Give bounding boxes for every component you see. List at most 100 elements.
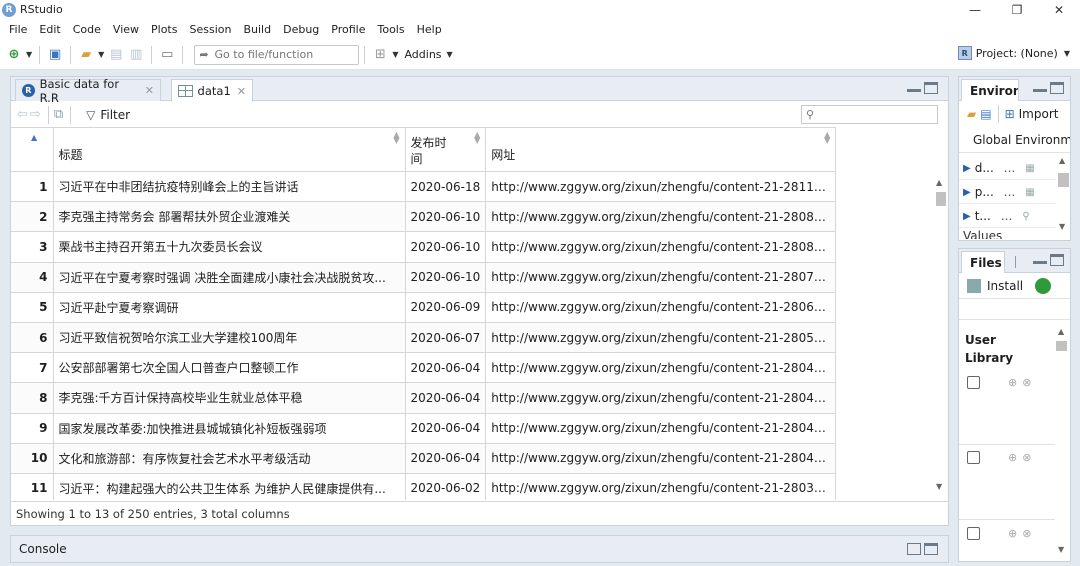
scroll-up-icon[interactable]: ▲ bbox=[1059, 156, 1065, 165]
cell-date[interactable]: 2020-06-07 bbox=[405, 322, 487, 354]
remove-package-icon[interactable]: ⊗ bbox=[1022, 451, 1031, 464]
environment-row[interactable]: ▶ p... ... ▦ bbox=[959, 181, 1055, 204]
install-button[interactable]: Install bbox=[987, 279, 1023, 293]
scroll-thumb[interactable] bbox=[1058, 173, 1069, 187]
save-workspace-icon[interactable]: ▤ bbox=[980, 107, 991, 121]
cell-title[interactable]: 习近平赴宁夏考察调研 bbox=[53, 292, 406, 323]
cell-date[interactable]: 2020-06-02 bbox=[405, 473, 487, 500]
table-row[interactable]: 4 习近平在宁夏考察时强调 决胜全面建成小康社会决战脱贫攻... 2020-06-1… bbox=[11, 262, 837, 293]
close-tab-icon[interactable]: ✕ bbox=[237, 85, 246, 98]
cell-title[interactable]: 习近平：构建起强大的公共卫生体系 为维护人民健康提供有... bbox=[53, 473, 406, 500]
pane-layout-dropdown-icon[interactable]: ▼ bbox=[392, 50, 398, 59]
open-file-icon[interactable]: ▰ bbox=[77, 46, 95, 64]
table-row[interactable]: 6 习近平致信祝贺哈尔滨工业大学建校100周年 2020-06-07 http://w… bbox=[11, 322, 837, 354]
cell-title[interactable]: 习近平致信祝贺哈尔滨工业大学建校100周年 bbox=[53, 322, 406, 354]
table-row[interactable]: 7 公安部部署第七次全国人口普查户口整顿工作 2020-06-04 http://ww… bbox=[11, 352, 837, 384]
goto-file-box[interactable]: ➦ bbox=[194, 44, 360, 65]
cell-url[interactable]: http://www.zggyw.org/zixun/zhengfu/conte… bbox=[485, 473, 837, 500]
package-website-icon[interactable]: ⊕ bbox=[1008, 376, 1017, 389]
inspect-search-icon[interactable]: ⚲ bbox=[1022, 211, 1029, 222]
back-arrow-icon[interactable]: ⇦ bbox=[17, 107, 28, 122]
menu-file[interactable]: File bbox=[3, 23, 33, 36]
cell-title[interactable]: 公安部部署第七次全国人口普查户口整顿工作 bbox=[53, 352, 406, 384]
cell-date[interactable]: 2020-06-04 bbox=[405, 352, 487, 384]
menu-debug[interactable]: Debug bbox=[277, 23, 325, 36]
scroll-up-icon[interactable]: ▲ bbox=[936, 178, 942, 187]
cell-title[interactable]: 李克强主持常务会 部署帮扶外贸企业渡难关 bbox=[53, 201, 406, 233]
column-header-url[interactable]: 网址 ▲ ▼ bbox=[485, 127, 837, 172]
cell-date[interactable]: 2020-06-10 bbox=[405, 262, 487, 293]
maximize-pane-icon[interactable] bbox=[1050, 82, 1064, 94]
project-menu[interactable]: R Project: (None) ▼ bbox=[957, 46, 1072, 60]
cell-url[interactable]: http://www.zggyw.org/zixun/zhengfu/conte… bbox=[485, 201, 837, 233]
new-project-icon[interactable]: ▣ bbox=[46, 46, 64, 64]
cell-url[interactable]: http://www.zggyw.org/zixun/zhengfu/conte… bbox=[485, 352, 837, 384]
print-icon[interactable]: ▭ bbox=[158, 46, 176, 64]
console-pane[interactable]: Console bbox=[10, 535, 949, 563]
cell-title[interactable]: 习近平在中非团结抗疫特别峰会上的主旨讲话 bbox=[53, 171, 406, 203]
view-data-grid-icon[interactable]: ▦ bbox=[1025, 187, 1034, 198]
table-row[interactable]: 8 李克强:千方百计保持高校毕业生就业总体平稳 2020-06-04 http://w… bbox=[11, 382, 837, 414]
cell-date[interactable]: 2020-06-09 bbox=[405, 292, 487, 323]
cell-title[interactable]: 文化和旅游部：有序恢复社会艺术水平考级活动 bbox=[53, 443, 406, 474]
global-environment-selector[interactable]: Global Environment bbox=[959, 127, 1070, 153]
import-dataset-button[interactable]: Import bbox=[1019, 107, 1059, 121]
expand-object-icon[interactable]: ▶ bbox=[963, 211, 971, 222]
forward-arrow-icon[interactable]: ⇨ bbox=[30, 107, 41, 122]
import-dataset-icon[interactable]: ⊞ bbox=[1005, 107, 1015, 121]
restore-pane-icon[interactable] bbox=[907, 543, 921, 555]
menu-view[interactable]: View bbox=[107, 23, 145, 36]
scroll-thumb[interactable] bbox=[1056, 341, 1067, 351]
cell-url[interactable]: http://www.zggyw.org/zixun/zhengfu/conte… bbox=[485, 171, 837, 203]
open-file-dropdown-icon[interactable]: ▼ bbox=[98, 50, 104, 59]
new-file-dropdown-icon[interactable]: ▼ bbox=[26, 50, 32, 59]
menu-edit[interactable]: Edit bbox=[33, 23, 66, 36]
table-row[interactable]: 3 栗战书主持召开第五十九次委员长会议 2020-06-10 http://www.z… bbox=[11, 231, 837, 263]
maximize-pane-icon[interactable] bbox=[924, 543, 938, 555]
scroll-up-icon[interactable]: ▲ bbox=[1058, 327, 1064, 336]
scroll-thumb[interactable] bbox=[936, 192, 946, 206]
row-number-header[interactable]: ▲ bbox=[11, 127, 54, 172]
save-icon[interactable]: ▤ bbox=[107, 46, 125, 64]
remove-package-icon[interactable]: ⊗ bbox=[1022, 527, 1031, 540]
cell-date[interactable]: 2020-06-04 bbox=[405, 413, 487, 444]
filter-button[interactable]: ▽ Filter bbox=[86, 108, 130, 122]
cell-date[interactable]: 2020-06-18 bbox=[405, 171, 487, 203]
menu-tools[interactable]: Tools bbox=[371, 23, 410, 36]
cell-title[interactable]: 栗战书主持召开第五十九次委员长会议 bbox=[53, 231, 406, 263]
cell-title[interactable]: 国家发展改革委:加快推进县城城镇化补短板强弱项 bbox=[53, 413, 406, 444]
package-checkbox[interactable] bbox=[967, 375, 980, 389]
remove-package-icon[interactable]: ⊗ bbox=[1022, 376, 1031, 389]
close-window-button[interactable]: ✕ bbox=[1038, 0, 1080, 19]
minimize-pane-icon[interactable] bbox=[1033, 254, 1047, 264]
expand-object-icon[interactable]: ▶ bbox=[963, 163, 971, 174]
cell-url[interactable]: http://www.zggyw.org/zixun/zhengfu/conte… bbox=[485, 443, 837, 474]
menu-code[interactable]: Code bbox=[67, 23, 107, 36]
scroll-down-icon[interactable]: ▼ bbox=[1058, 545, 1064, 554]
tab-basic-data-script[interactable]: R Basic data for R.R ✕ bbox=[15, 77, 161, 105]
menu-session[interactable]: Session bbox=[183, 23, 237, 36]
cell-url[interactable]: http://www.zggyw.org/zixun/zhengfu/conte… bbox=[485, 322, 837, 354]
load-workspace-icon[interactable]: ▰ bbox=[967, 107, 976, 121]
environment-row[interactable]: ▶ d... ... ▦ bbox=[959, 157, 1055, 180]
table-row[interactable]: 10 文化和旅游部：有序恢复社会艺术水平考级活动 2020-06-04 http://… bbox=[11, 443, 837, 474]
menu-build[interactable]: Build bbox=[237, 23, 277, 36]
minimize-button[interactable]: — bbox=[954, 0, 996, 19]
minimize-pane-icon[interactable] bbox=[907, 82, 921, 92]
menu-plots[interactable]: Plots bbox=[145, 23, 183, 36]
scroll-down-icon[interactable]: ▼ bbox=[1059, 222, 1065, 231]
cell-date[interactable]: 2020-06-10 bbox=[405, 231, 487, 263]
cell-date[interactable]: 2020-06-10 bbox=[405, 201, 487, 233]
expand-object-icon[interactable]: ▶ bbox=[963, 187, 971, 198]
data-search-input[interactable] bbox=[818, 108, 929, 121]
addins-menu[interactable]: Addins ▼ bbox=[404, 48, 454, 61]
cell-title[interactable]: 习近平在宁夏考察时强调 决胜全面建成小康社会决战脱贫攻... bbox=[53, 262, 406, 293]
package-checkbox[interactable] bbox=[967, 526, 980, 540]
column-header-title[interactable]: 标题 ▲ ▼ bbox=[53, 127, 406, 172]
tab-environment[interactable]: Environment bbox=[961, 79, 1019, 101]
new-file-icon[interactable]: ⊕ bbox=[5, 46, 23, 64]
minimize-pane-icon[interactable] bbox=[1033, 82, 1047, 92]
close-tab-icon[interactable]: ✕ bbox=[145, 84, 154, 97]
cell-date[interactable]: 2020-06-04 bbox=[405, 382, 487, 414]
maximize-pane-icon[interactable] bbox=[924, 82, 938, 94]
